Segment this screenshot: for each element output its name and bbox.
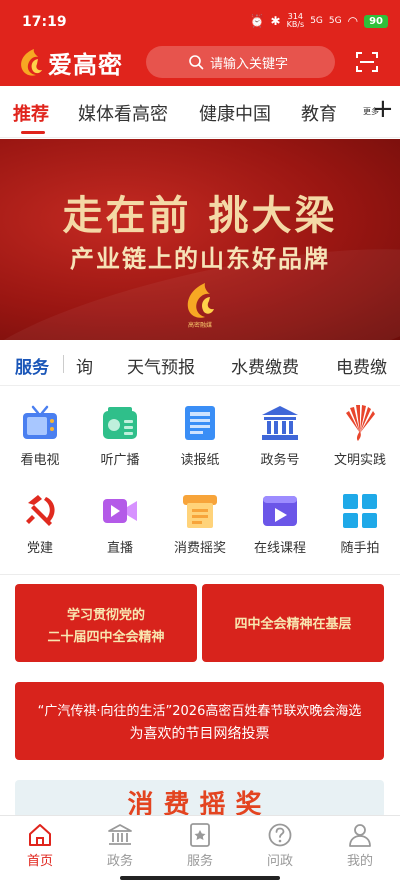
nav-label: 我的 bbox=[346, 854, 373, 869]
home-icon bbox=[29, 824, 51, 846]
banner-logo-caption: 高密融媒 bbox=[188, 321, 212, 329]
nav-profile[interactable]: 我的 bbox=[330, 822, 390, 869]
grid-label: 随手拍 bbox=[340, 541, 380, 556]
promo-card-grassroots-text: 四中全会精神在基层 bbox=[234, 617, 352, 632]
grid-item-tv[interactable]: 看电视 bbox=[0, 403, 80, 468]
grid-label: 看电视 bbox=[20, 453, 60, 468]
tab-education[interactable]: 教育 bbox=[301, 100, 337, 126]
promo-lottery-text: 消费摇奖 bbox=[127, 790, 272, 818]
status-time: 17:19 bbox=[22, 14, 67, 30]
question-icon bbox=[268, 823, 292, 847]
grid-label: 政务号 bbox=[260, 453, 300, 468]
header-bar: 17:19 ⏰ ✱ 314 KB/s 5G 5G ◠ 90 爱高密 请输入关键字 bbox=[0, 0, 400, 86]
grid-label: 在线课程 bbox=[253, 541, 306, 556]
service-divider bbox=[63, 355, 64, 373]
home-indicator[interactable] bbox=[120, 876, 280, 880]
grid-label: 消费摇奖 bbox=[173, 541, 226, 556]
app-logo[interactable]: 爱高密 bbox=[16, 45, 123, 80]
active-tab-indicator bbox=[21, 131, 45, 134]
tv-icon bbox=[23, 405, 57, 439]
grid-item-radio[interactable]: 听广播 bbox=[80, 403, 160, 468]
nav-government[interactable]: 政务 bbox=[90, 822, 150, 869]
live-video-icon bbox=[103, 499, 137, 523]
promo-vote-banner[interactable]: “广汽传祺·向往的生活”2026高密百姓春节联欢晚会海选 为喜欢的节目网络投票 bbox=[15, 682, 384, 760]
grid-item-live[interactable]: 直播 bbox=[80, 491, 160, 556]
grid-label: 直播 bbox=[106, 541, 133, 556]
promo-card-study[interactable]: 学习贯彻党的 二十届四中全会精神 bbox=[15, 584, 197, 662]
status-icons: ⏰ ✱ 314 KB/s 5G 5G ◠ 90 bbox=[250, 13, 388, 29]
grid-item-lottery[interactable]: 消费摇奖 bbox=[160, 491, 240, 556]
service-label: 服务 bbox=[15, 358, 49, 378]
app-screen: 17:19 ⏰ ✱ 314 KB/s 5G 5G ◠ 90 爱高密 请输入关键字… bbox=[0, 0, 400, 889]
party-emblem-icon bbox=[26, 495, 55, 526]
tab-media[interactable]: 媒体看高密 bbox=[78, 100, 168, 126]
search-icon bbox=[189, 55, 204, 70]
tab-health[interactable]: 健康中国 bbox=[199, 100, 271, 126]
grid-label: 听广播 bbox=[100, 453, 140, 468]
flame-logo-icon bbox=[21, 48, 42, 76]
nav-label: 服务 bbox=[186, 854, 213, 869]
lottery-icon bbox=[183, 495, 217, 528]
grid-camera-icon bbox=[343, 494, 377, 528]
service-icon bbox=[190, 823, 210, 847]
promo-vote-line2: 为喜欢的节目网络投票 bbox=[129, 726, 270, 742]
app-name: 爱高密 bbox=[48, 51, 123, 79]
user-icon bbox=[349, 824, 371, 847]
nav-inquiry[interactable]: 问政 bbox=[250, 822, 310, 869]
section-divider bbox=[0, 574, 400, 575]
service-item-weather[interactable]: 天气预报 bbox=[127, 353, 195, 378]
banner-headline: 走在前 挑大梁 bbox=[62, 192, 338, 239]
promo-card-study-line2: 二十届四中全会精神 bbox=[47, 630, 165, 645]
scan-icon[interactable] bbox=[355, 50, 379, 74]
service-item-electric-bill[interactable]: 电费缴 bbox=[336, 353, 387, 378]
wifi-icon: ◠ bbox=[347, 14, 359, 28]
nav-label: 首页 bbox=[26, 854, 53, 869]
grid-item-party[interactable]: 党建 bbox=[0, 491, 80, 556]
government-building-icon bbox=[262, 406, 298, 440]
nav-home[interactable]: 首页 bbox=[10, 822, 70, 869]
add-channel-icon[interactable]: + bbox=[372, 96, 394, 122]
grid-item-gov-account[interactable]: 政务号 bbox=[240, 403, 320, 468]
grid-label: 文明实践 bbox=[333, 453, 386, 468]
nav-label: 问政 bbox=[266, 854, 293, 869]
status-bar: 17:19 ⏰ ✱ 314 KB/s 5G 5G ◠ 90 bbox=[0, 0, 400, 38]
signal-2: 5G bbox=[328, 16, 342, 26]
promo-lottery-banner[interactable]: 消费摇奖 bbox=[15, 780, 384, 818]
grid-item-snapshot[interactable]: 随手拍 bbox=[320, 491, 400, 556]
search-input[interactable]: 请输入关键字 bbox=[146, 46, 335, 78]
radio-icon bbox=[103, 407, 137, 439]
signal-1: 5G bbox=[310, 16, 323, 26]
grid-label: 读报纸 bbox=[180, 453, 220, 468]
grid-item-newspaper[interactable]: 读报纸 bbox=[160, 403, 240, 468]
government-icon bbox=[108, 824, 132, 845]
channel-tabs: 推荐 媒体看高密 健康中国 教育 bbox=[0, 86, 400, 138]
search-placeholder: 请输入关键字 bbox=[210, 56, 289, 72]
promo-card-study-line1: 学习贯彻党的 bbox=[66, 608, 145, 623]
battery-indicator: 90 bbox=[364, 14, 388, 28]
grid-label: 党建 bbox=[26, 541, 53, 556]
service-item-query[interactable]: 询 bbox=[76, 353, 93, 378]
grid-item-online-course[interactable]: 在线课程 bbox=[240, 491, 320, 556]
newspaper-icon bbox=[185, 406, 215, 440]
net-speed-unit: KB/s bbox=[286, 20, 305, 29]
banner-subheadline: 产业链上的山东好品牌 bbox=[70, 244, 330, 273]
fan-emblem-icon bbox=[346, 405, 375, 441]
net-speed: 314 KB/s bbox=[287, 13, 305, 29]
nav-label: 政务 bbox=[106, 854, 133, 869]
service-strip: 服务 询 天气预报 水费缴费 电费缴 bbox=[0, 340, 400, 386]
banner-logo-icon: 高密融媒 bbox=[187, 283, 214, 329]
online-course-icon bbox=[263, 496, 297, 526]
service-item-water-bill[interactable]: 水费缴费 bbox=[231, 353, 299, 378]
grid-item-civilization[interactable]: 文明实践 bbox=[320, 403, 400, 468]
alarm-icon: ⏰ bbox=[249, 14, 265, 28]
tab-recommend[interactable]: 推荐 bbox=[13, 100, 49, 126]
bluetooth-icon: ✱ bbox=[270, 14, 281, 28]
hero-banner[interactable]: 走在前 挑大梁 产业链上的山东好品牌 高密融媒 bbox=[0, 139, 400, 340]
nav-service[interactable]: 服务 bbox=[170, 822, 230, 869]
promo-vote-line1: “广汽传祺·向往的生活”2026高密百姓春节联欢晚会海选 bbox=[37, 704, 362, 719]
promo-card-grassroots[interactable]: 四中全会精神在基层 bbox=[202, 584, 384, 662]
